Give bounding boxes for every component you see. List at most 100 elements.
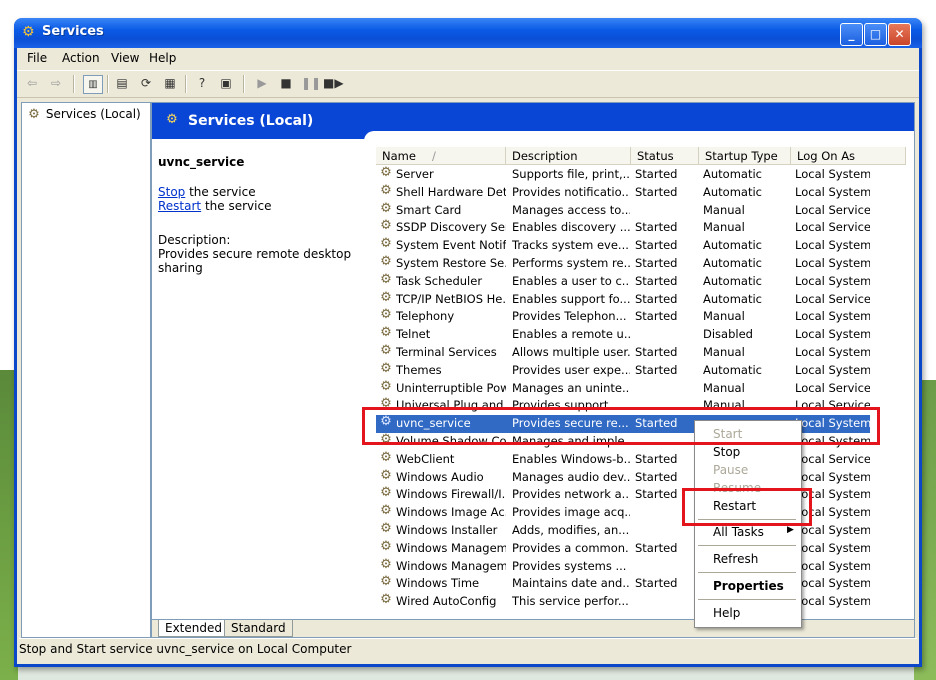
column-header-startup-type[interactable]: Startup Type [699,147,791,165]
service-gear-icon: ⚙ [380,166,392,180]
sort-indicator-icon: / [431,149,436,163]
cell-logon: Local System [795,345,870,359]
cell-name: WebClient [396,451,455,466]
description-label: Description: [158,233,231,247]
cell-name: TCP/IP NetBIOS He... [396,291,506,306]
menu-item-all-tasks[interactable]: All Tasks [713,525,764,539]
toolbar: ⇦ ⇨ ▥ ▤ ⟳ ▦ ? ▣ ▶ ■ ❚❚ ■▶ [17,70,919,98]
cell-startup: Manual [703,345,745,359]
cell-logon: Local System [795,238,870,253]
export-list-icon[interactable]: ▦ [161,75,179,92]
pane-header-curve [364,131,914,143]
title-bar[interactable]: ⚙ Services _ □ ✕ [14,18,922,48]
action-pane-icon[interactable]: ▣ [217,75,235,92]
show-hide-tree-icon[interactable]: ▥ [83,75,103,94]
forward-arrow-icon[interactable]: ⇨ [47,75,65,92]
cell-startup: Automatic [703,273,762,288]
service-gear-icon: ⚙ [380,575,392,590]
menu-separator [698,572,796,573]
tab-extended[interactable]: Extended [158,620,229,637]
service-gear-icon: ⚙ [380,272,392,287]
cell-desc: Enables Windows-b... [512,451,630,466]
refresh-icon[interactable]: ⟳ [137,75,155,92]
table-row[interactable]: ⚙ Uninterruptible Pow... Manages an uninte… [376,380,870,398]
service-gear-icon: ⚙ [380,539,392,554]
table-row[interactable]: ⚙ Telephony Provides Telephon... Started Man… [376,308,870,326]
column-header-log-on-as[interactable]: Log On As [791,147,906,165]
menu-item-help[interactable]: Help [713,606,740,620]
menu-action[interactable]: Action [62,51,100,65]
cell-status: Started [635,184,678,199]
cell-logon: Local System [795,594,870,609]
start-service-icon[interactable]: ▶ [253,75,271,92]
table-row[interactable]: ⚙ Themes Provides user expe... Started Autom… [376,362,870,380]
cell-desc: Enables a user to c... [512,273,630,288]
column-header-name-label: Name [382,149,416,163]
menu-item-properties[interactable]: Properties [713,579,784,593]
column-header-name[interactable]: Name / [376,147,506,165]
stop-service-link[interactable]: Stop [158,185,185,199]
column-header-description[interactable]: Description [506,147,631,165]
cell-logon: Local System [795,273,870,288]
cell-startup: Manual [703,380,745,395]
maximize-button[interactable]: □ [864,23,887,46]
menu-item-pause[interactable]: Pause [713,463,748,477]
services-gear-icon: ⚙ [28,107,40,122]
restart-service-icon[interactable]: ■▶ [323,75,344,92]
cell-desc: Manages access to... [512,202,630,217]
tree-item-services-local[interactable]: ⚙ Services (Local) [26,107,141,122]
menu-file[interactable]: File [27,51,47,65]
cell-desc: Allows multiple user... [512,345,630,359]
service-gear-icon: ⚙ [380,593,392,608]
table-row[interactable]: ⚙ System Restore Se... Performs system re.… [376,255,870,273]
cell-name: Windows Installer [396,523,498,537]
cell-name: SSDP Discovery Ser... [396,220,506,235]
properties-icon[interactable]: ▤ [113,75,131,92]
table-row[interactable]: ⚙ Smart Card Manages access to... Manual Loc… [376,202,870,220]
table-row[interactable]: ⚙ System Event Notifi... Tracks system eve… [376,237,870,255]
menu-help[interactable]: Help [149,51,176,65]
cell-status: Started [635,238,678,253]
table-row[interactable]: ⚙ Telnet Enables a remote u... Disabled Loca… [376,326,870,344]
minimize-button[interactable]: _ [840,23,863,46]
service-gear-icon: ⚙ [380,290,392,305]
cell-name: System Event Notifi... [396,238,506,253]
submenu-arrow-icon: ▶ [787,525,794,535]
column-header-status[interactable]: Status [631,147,699,165]
stop-service-icon[interactable]: ■ [277,75,295,92]
service-gear-icon: ⚙ [380,361,392,376]
table-row[interactable]: ⚙ Task Scheduler Enables a user to c... Sta… [376,273,870,291]
service-gear-icon: ⚙ [380,557,392,572]
help-icon[interactable]: ? [193,75,211,92]
cell-desc: Provides notificatio... [512,184,630,199]
menu-item-stop[interactable]: Stop [713,445,740,459]
menu-item-refresh[interactable]: Refresh [713,552,758,566]
table-row[interactable]: ⚙ Terminal Services Allows multiple user..… [376,344,870,362]
services-list: Name / Description Status Startup Type Lo… [376,147,914,617]
cell-desc: Provides image acq... [512,505,630,520]
cell-desc: Provides Telephon... [512,309,627,324]
tab-standard[interactable]: Standard [224,620,293,637]
pause-service-icon[interactable]: ❚❚ [301,75,321,92]
cell-startup: Automatic [703,184,762,199]
cell-desc: Maintains date and... [512,576,630,591]
table-row[interactable]: ⚙ TCP/IP NetBIOS He... Enables support fo.… [376,291,870,309]
restart-service-link[interactable]: Restart [158,199,201,213]
menu-view[interactable]: View [111,51,139,65]
table-row[interactable]: ⚙ SSDP Discovery Ser... Enables discovery … [376,219,870,237]
cell-name: System Restore Se... [396,256,506,270]
table-row[interactable]: ⚙ Server Supports file, print,... Started Au… [376,166,870,184]
close-button[interactable]: ✕ [888,23,911,46]
selected-service-name: uvnc_service [158,155,245,169]
table-row[interactable]: ⚙ Shell Hardware Det... Provides notificat… [376,184,870,202]
cell-logon: Local System [795,558,870,573]
service-gear-icon: ⚙ [380,344,392,358]
cell-logon: Local System [795,256,870,270]
cell-desc: Tracks system eve... [512,238,629,253]
service-gear-icon: ⚙ [380,379,392,394]
stop-link-suffix: the service [185,185,256,199]
back-arrow-icon[interactable]: ⇦ [23,75,41,92]
cell-desc: Performs system re... [512,256,630,270]
cell-name: Themes [396,362,442,377]
service-gear-icon: ⚙ [380,255,392,269]
